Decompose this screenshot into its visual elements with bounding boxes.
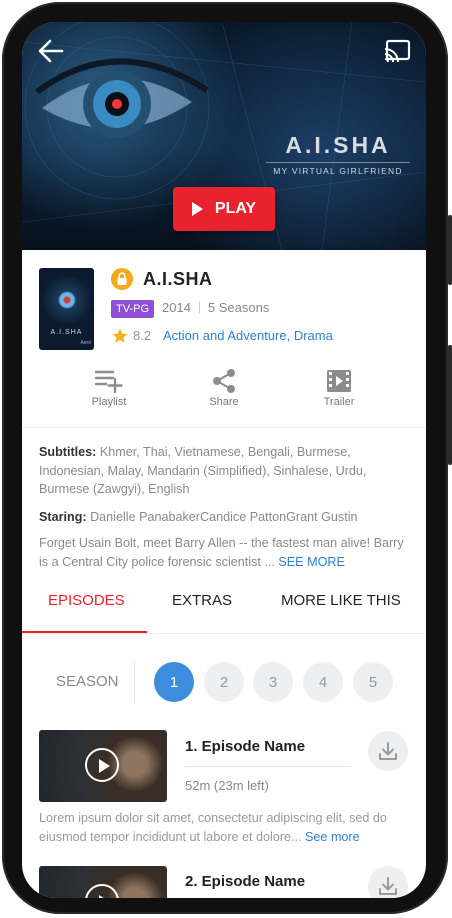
episode-description: Lorem ipsum dolor sit amet, consectetur … bbox=[39, 809, 411, 846]
share-action[interactable]: Share bbox=[184, 368, 264, 408]
staring-list: Danielle PanabakerCandice PattonGrant Gu… bbox=[90, 510, 358, 524]
download-button[interactable] bbox=[368, 866, 408, 898]
episode-duration: 52m (23m left) bbox=[185, 778, 269, 793]
lock-icon bbox=[111, 268, 133, 290]
tabs-divider bbox=[22, 633, 426, 634]
volume-button bbox=[448, 215, 452, 285]
show-year: 2014 bbox=[162, 300, 191, 315]
season-button-2[interactable]: 2 bbox=[204, 662, 244, 702]
hero-title: A.I.SHA bbox=[285, 132, 391, 158]
show-seasons: 5 Seasons bbox=[207, 300, 270, 315]
trailer-label: Trailer bbox=[323, 396, 355, 408]
download-button[interactable] bbox=[368, 731, 408, 771]
rating-badge: TV-PG bbox=[111, 300, 155, 318]
season-button-5[interactable]: 5 bbox=[353, 662, 393, 702]
show-poster: A.I.SHA Aero bbox=[39, 268, 94, 350]
playlist-add-icon bbox=[94, 370, 123, 394]
meta-divider bbox=[198, 301, 200, 313]
share-label: Share bbox=[209, 396, 239, 408]
play-button[interactable]: PLAY bbox=[173, 187, 275, 231]
film-icon bbox=[327, 370, 351, 392]
play-circle-icon[interactable] bbox=[85, 748, 119, 782]
play-icon bbox=[191, 202, 203, 216]
show-meta: 2014 5 Seasons bbox=[162, 300, 269, 315]
download-icon bbox=[379, 877, 397, 895]
show-title: A.I.SHA bbox=[143, 269, 213, 289]
episode-name: 2. Episode Name bbox=[185, 873, 306, 890]
episode-see-more-link[interactable]: See more bbox=[305, 830, 360, 844]
hero-banner: A.I.SHA MY VIRTUAL GIRLFRIEND PLAY bbox=[22, 22, 426, 250]
section-divider bbox=[22, 427, 426, 428]
hero-subtitle: MY VIRTUAL GIRLFRIEND bbox=[266, 162, 410, 176]
phone-frame: A.I.SHA MY VIRTUAL GIRLFRIEND PLAY A.I.S… bbox=[0, 0, 452, 918]
season-button-4[interactable]: 4 bbox=[303, 662, 343, 702]
season-button-1[interactable]: 1 bbox=[154, 662, 194, 702]
trailer-action[interactable]: Trailer bbox=[299, 368, 379, 408]
synopsis-text: Forget Usain Bolt, meet Barry Allen -- t… bbox=[39, 536, 404, 569]
staring-info: Staring: Danielle PanabakerCandice Patto… bbox=[39, 508, 411, 527]
play-circle-icon[interactable] bbox=[85, 884, 119, 898]
play-label: PLAY bbox=[214, 200, 257, 217]
tab-more-like-this[interactable]: MORE LIKE THIS bbox=[281, 592, 401, 609]
subtitles-label: Subtitles: bbox=[39, 445, 97, 459]
tab-extras[interactable]: EXTRAS bbox=[172, 592, 232, 609]
staring-label: Staring: bbox=[39, 510, 87, 524]
season-label: SEASON bbox=[56, 673, 119, 690]
back-arrow-icon[interactable] bbox=[36, 36, 66, 66]
share-icon bbox=[213, 369, 235, 393]
poster-brand: Aero bbox=[80, 340, 91, 346]
download-icon bbox=[379, 742, 397, 760]
episode-progress-track bbox=[185, 766, 350, 767]
cast-icon[interactable] bbox=[384, 38, 412, 64]
poster-title: A.I.SHA bbox=[50, 329, 83, 336]
episode-thumbnail[interactable] bbox=[39, 866, 167, 898]
score-value: 8.2 bbox=[133, 328, 152, 343]
star-icon bbox=[112, 328, 128, 343]
episode-name: 1. Episode Name bbox=[185, 738, 306, 755]
app-screen: A.I.SHA MY VIRTUAL GIRLFRIEND PLAY A.I.S… bbox=[22, 22, 426, 898]
season-divider bbox=[134, 660, 135, 704]
see-more-link[interactable]: SEE MORE bbox=[278, 555, 344, 569]
tab-episodes[interactable]: EPISODES bbox=[48, 592, 125, 609]
genres-link[interactable]: Action and Adventure, Drama bbox=[163, 328, 333, 343]
subtitles-info: Subtitles: Khmer, Thai, Vietnamese, Beng… bbox=[39, 443, 411, 499]
power-button bbox=[448, 345, 452, 465]
synopsis: Forget Usain Bolt, meet Barry Allen -- t… bbox=[39, 534, 411, 571]
playlist-action[interactable]: Playlist bbox=[69, 368, 149, 408]
season-button-3[interactable]: 3 bbox=[253, 662, 293, 702]
episode-thumbnail[interactable] bbox=[39, 730, 167, 802]
playlist-label: Playlist bbox=[91, 396, 127, 408]
